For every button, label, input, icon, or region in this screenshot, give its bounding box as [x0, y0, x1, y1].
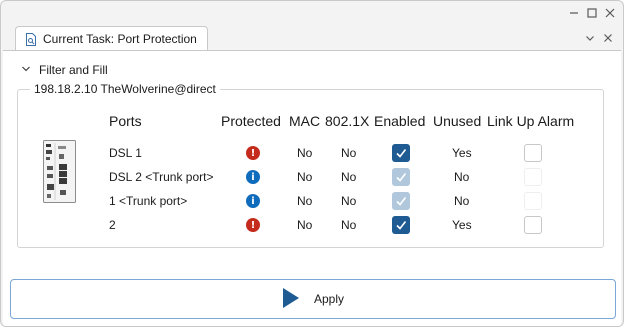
task-content: Filter and Fill 198.18.2.10 TheWolverine…: [3, 50, 621, 326]
info-icon: i: [246, 194, 260, 208]
tab-strip: Current Task: Port Protection: [1, 23, 623, 51]
link-up-alarm-checkbox: [524, 192, 542, 210]
mac-value: No: [297, 194, 313, 208]
header-link-up-alarm: Link Up Alarm: [487, 113, 575, 129]
mac-value: No: [297, 218, 313, 232]
tab-title: Current Task: Port Protection: [43, 32, 197, 46]
device-group: 198.18.2.10 TheWolverine@direct Ports Pr…: [17, 82, 604, 248]
unused-value: Yes: [452, 146, 472, 160]
table-row: 1 <Trunk port> i No No No: [18, 191, 603, 213]
table-row: DSL 2 <Trunk port> i No No No: [18, 167, 603, 189]
device-label: 198.18.2.10 TheWolverine@direct: [30, 82, 220, 96]
table-row: DSL 1! No No Yes: [18, 143, 603, 165]
port-name: 1 <Trunk port>: [109, 194, 188, 208]
header-ports: Ports: [109, 113, 142, 129]
802-1x-value: No: [341, 170, 357, 184]
802-1x-value: No: [341, 194, 357, 208]
802-1x-value: No: [341, 146, 357, 160]
mac-value: No: [297, 146, 313, 160]
maximize-icon[interactable]: [585, 6, 599, 20]
header-mac: MAC: [289, 113, 321, 129]
port-name: DSL 1: [109, 146, 142, 160]
mac-value: No: [297, 170, 313, 184]
enabled-checkbox[interactable]: [392, 144, 410, 162]
header-enabled: Enabled: [374, 113, 426, 129]
tab-current-task[interactable]: Current Task: Port Protection: [15, 26, 208, 51]
unused-value: No: [454, 194, 470, 208]
tab-controls: [583, 31, 615, 45]
info-icon: i: [246, 170, 260, 184]
task-document-icon: [25, 32, 37, 46]
apply-button[interactable]: Apply: [10, 279, 616, 319]
unused-value: Yes: [452, 218, 472, 232]
table-row: 2! No No Yes: [18, 215, 603, 237]
802-1x-value: No: [341, 218, 357, 232]
unused-value: No: [454, 170, 470, 184]
close-icon[interactable]: [603, 6, 617, 20]
enabled-checkbox: [392, 192, 410, 210]
apply-label: Apply: [313, 292, 345, 306]
header-802-1x: 802.1X: [325, 113, 370, 129]
link-up-alarm-checkbox: [524, 168, 542, 186]
port-name: 2: [109, 218, 116, 232]
app-window: Current Task: Port Protection Filter and…: [0, 0, 624, 327]
chevron-down-icon[interactable]: [583, 31, 597, 45]
filter-and-fill-expander[interactable]: Filter and Fill: [21, 63, 108, 77]
error-icon: !: [246, 218, 260, 232]
header-protected: Protected: [221, 113, 281, 129]
error-icon: !: [246, 146, 260, 160]
filter-label: Filter and Fill: [39, 63, 108, 77]
enabled-checkbox[interactable]: [392, 216, 410, 234]
link-up-alarm-checkbox[interactable]: [524, 144, 542, 162]
minimize-icon[interactable]: [567, 6, 581, 20]
chevron-down-icon: [21, 63, 31, 77]
play-icon: [282, 287, 300, 312]
window-controls: [567, 5, 617, 21]
link-up-alarm-checkbox[interactable]: [524, 216, 542, 234]
close-tab-icon[interactable]: [601, 31, 615, 45]
enabled-checkbox: [392, 168, 410, 186]
header-unused: Unused: [433, 113, 482, 129]
port-name: DSL 2 <Trunk port>: [109, 170, 214, 184]
